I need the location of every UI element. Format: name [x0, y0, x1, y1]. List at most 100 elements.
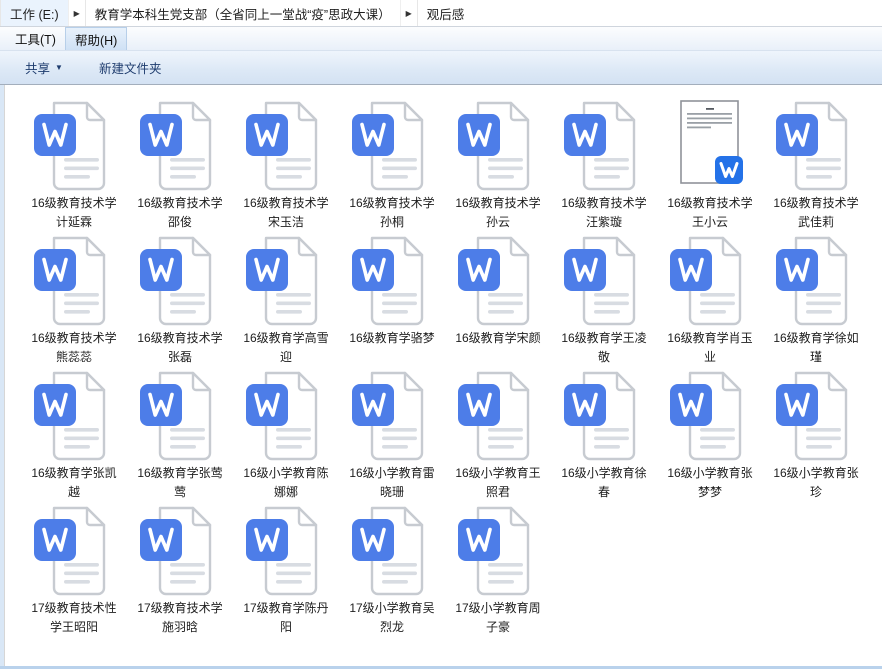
file-item[interactable]: 16级教育学宋颜 — [445, 232, 551, 367]
file-item[interactable]: 16级教育技术学熊蕊蕊 — [21, 232, 127, 367]
wps-word-doc-icon — [774, 99, 858, 191]
wps-word-doc-icon — [350, 504, 434, 596]
file-name-label: 16级小学教育徐春 — [559, 464, 649, 501]
file-name-label: 16级小学教育王照君 — [453, 464, 543, 501]
file-name-label: 16级教育学王凌敬 — [559, 329, 649, 366]
file-item[interactable]: 16级教育技术学汪紫璇 — [551, 97, 657, 232]
file-item[interactable]: 17级教育学陈丹阳 — [233, 502, 339, 637]
wps-word-doc-icon — [456, 234, 540, 326]
file-name-label: 16级教育学徐如瑾 — [771, 329, 861, 366]
file-name-label: 16级教育技术学王小云 — [665, 194, 755, 231]
wps-word-doc-icon — [138, 99, 222, 191]
menu-bar: 工具(T)帮助(H) — [0, 27, 882, 51]
file-name-label: 16级小学教育陈娜娜 — [241, 464, 331, 501]
file-item[interactable]: 16级教育学高雪迎 — [233, 232, 339, 367]
file-name-label: 16级教育技术学张磊 — [135, 329, 225, 366]
wps-word-doc-icon — [456, 504, 540, 596]
file-item[interactable]: 16级小学教育张珍 — [763, 367, 869, 502]
file-item[interactable]: 16级教育学肖玉业 — [657, 232, 763, 367]
file-item[interactable]: 16级教育技术学武佳莉 — [763, 97, 869, 232]
file-item[interactable]: 16级教育学骆梦 — [339, 232, 445, 367]
file-grid: 16级教育技术学计延霖 16级教育技术学邵俊 16级教育技术学宋玉洁 16级教育… — [21, 97, 882, 637]
wps-word-doc-icon — [32, 369, 116, 461]
wps-word-doc-icon — [32, 99, 116, 191]
explorer-window: 工作 (E:)▶教育学本科生党支部（全省同上一堂战“疫”思政大课）▶观后感 工具… — [0, 0, 882, 669]
wps-word-doc-icon — [138, 369, 222, 461]
file-item[interactable]: 16级教育技术学邵俊 — [127, 97, 233, 232]
menu-item[interactable]: 帮助(H) — [65, 27, 127, 50]
file-item[interactable]: 16级小学教育王照君 — [445, 367, 551, 502]
new-folder-button-label: 新建文件夹 — [99, 58, 162, 77]
file-item[interactable]: 16级小学教育陈娜娜 — [233, 367, 339, 502]
file-name-label: 16级教育学张莺莺 — [135, 464, 225, 501]
wps-word-doc-icon — [244, 234, 328, 326]
share-button-label: 共享 — [25, 58, 50, 77]
file-item[interactable]: 16级教育技术学宋玉洁 — [233, 97, 339, 232]
breadcrumb-segment[interactable]: 工作 (E:) — [0, 0, 68, 26]
file-name-label: 16级教育学肖玉业 — [665, 329, 755, 366]
file-name-label: 17级小学教育周子豪 — [453, 599, 543, 636]
file-name-label: 16级教育学高雪迎 — [241, 329, 331, 366]
file-name-label: 16级教育技术学熊蕊蕊 — [29, 329, 119, 366]
file-item[interactable]: 17级教育技术性学王昭阳 — [21, 502, 127, 637]
wps-word-doc-icon — [456, 369, 540, 461]
wps-word-doc-icon — [244, 99, 328, 191]
breadcrumb: 工作 (E:)▶教育学本科生党支部（全省同上一堂战“疫”思政大课）▶观后感 — [0, 0, 882, 27]
file-item[interactable]: 17级教育技术学施羽晗 — [127, 502, 233, 637]
file-item[interactable]: 17级小学教育吴烈龙 — [339, 502, 445, 637]
file-item[interactable]: 16级小学教育徐春 — [551, 367, 657, 502]
file-item[interactable]: 16级教育学张莺莺 — [127, 367, 233, 502]
wps-word-doc-icon — [244, 369, 328, 461]
file-item[interactable]: 16级教育技术学王小云 — [657, 97, 763, 232]
wps-word-doc-icon — [350, 234, 434, 326]
breadcrumb-arrow-icon[interactable]: ▶ — [68, 0, 85, 26]
wps-word-doc-icon — [774, 369, 858, 461]
toolbar: 共享 ▼ 新建文件夹 — [0, 51, 882, 85]
file-item[interactable]: 16级教育技术学计延霖 — [21, 97, 127, 232]
file-name-label: 16级教育技术学计延霖 — [29, 194, 119, 231]
wps-word-doc-icon — [350, 369, 434, 461]
breadcrumb-segment[interactable]: 教育学本科生党支部（全省同上一堂战“疫”思政大课） — [85, 0, 400, 26]
file-name-label: 16级教育技术学孙桐 — [347, 194, 437, 231]
file-name-label: 16级教育技术学孙云 — [453, 194, 543, 231]
file-name-label: 17级教育学陈丹阳 — [241, 599, 331, 636]
file-name-label: 16级小学教育张珍 — [771, 464, 861, 501]
breadcrumb-arrow-icon[interactable]: ▶ — [400, 0, 417, 26]
file-item[interactable]: 16级教育学张凯越 — [21, 367, 127, 502]
menu-item[interactable]: 工具(T) — [6, 27, 65, 50]
file-name-label: 16级小学教育张梦梦 — [665, 464, 755, 501]
wps-word-doc-icon — [244, 504, 328, 596]
breadcrumb-segment[interactable]: 观后感 — [417, 0, 474, 26]
wps-word-doc-icon — [562, 234, 646, 326]
file-item[interactable]: 16级教育技术学孙桐 — [339, 97, 445, 232]
file-item[interactable]: 16级教育技术学孙云 — [445, 97, 551, 232]
file-item[interactable]: 16级小学教育张梦梦 — [657, 367, 763, 502]
file-item[interactable]: 17级小学教育周子豪 — [445, 502, 551, 637]
wps-word-doc-icon — [668, 234, 752, 326]
doc-preview-thumbnail-icon — [668, 99, 752, 191]
wps-word-doc-icon — [774, 234, 858, 326]
wps-word-doc-icon — [32, 504, 116, 596]
file-name-label: 17级教育技术性学王昭阳 — [29, 599, 119, 636]
share-button[interactable]: 共享 ▼ — [14, 53, 74, 82]
new-folder-button[interactable]: 新建文件夹 — [88, 53, 173, 82]
file-name-label: 16级教育学骆梦 — [347, 329, 437, 348]
content-area: 16级教育技术学计延霖 16级教育技术学邵俊 16级教育技术学宋玉洁 16级教育… — [0, 85, 882, 666]
wps-word-doc-icon — [562, 99, 646, 191]
file-item[interactable]: 16级教育学王凌敬 — [551, 232, 657, 367]
wps-word-doc-icon — [32, 234, 116, 326]
file-name-label: 17级教育技术学施羽晗 — [135, 599, 225, 636]
file-list-pane[interactable]: 16级教育技术学计延霖 16级教育技术学邵俊 16级教育技术学宋玉洁 16级教育… — [4, 85, 882, 666]
file-name-label: 16级小学教育雷晓珊 — [347, 464, 437, 501]
file-item[interactable]: 16级教育学徐如瑾 — [763, 232, 869, 367]
chevron-down-icon: ▼ — [55, 63, 63, 72]
wps-word-doc-icon — [562, 369, 646, 461]
file-name-label: 16级教育技术学宋玉洁 — [241, 194, 331, 231]
file-item[interactable]: 16级小学教育雷晓珊 — [339, 367, 445, 502]
wps-word-doc-icon — [456, 99, 540, 191]
file-name-label: 16级教育学宋颜 — [453, 329, 543, 348]
file-name-label: 17级小学教育吴烈龙 — [347, 599, 437, 636]
file-item[interactable]: 16级教育技术学张磊 — [127, 232, 233, 367]
wps-word-doc-icon — [138, 504, 222, 596]
file-name-label: 16级教育技术学武佳莉 — [771, 194, 861, 231]
